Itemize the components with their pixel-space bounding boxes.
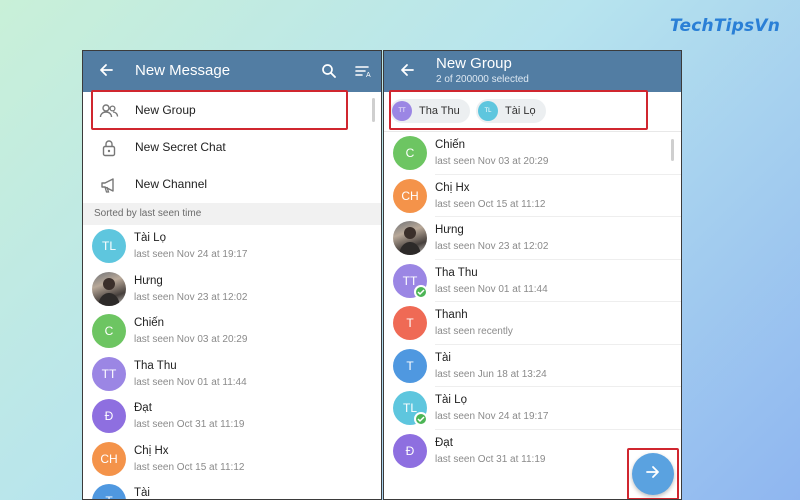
chip-label: Tài Lọ	[505, 105, 536, 117]
page-title: New Group	[436, 55, 512, 72]
avatar: T	[393, 306, 427, 340]
contact-name: Chị Hx	[435, 181, 470, 194]
contact-name: Tha Thu	[435, 266, 478, 279]
avatar: T	[393, 348, 427, 383]
contact-name: Đạt	[134, 402, 152, 414]
contact-name: Tài Lọ	[134, 232, 166, 244]
new-message-header: New Message A	[83, 51, 381, 92]
avatar	[393, 221, 427, 255]
chip-avatar: TL	[478, 101, 498, 121]
new-secret-chat-item[interactable]: New Secret Chat	[83, 129, 381, 166]
chip-avatar: TT	[392, 101, 412, 121]
search-icon[interactable]	[319, 61, 339, 81]
new-group-item[interactable]: New Group	[83, 92, 381, 129]
contact-name: Đạt	[435, 436, 453, 449]
selected-count: 2 of 200000 selected	[436, 74, 529, 85]
chip-label: Tha Thu	[419, 105, 460, 117]
avatar: TT	[92, 356, 126, 391]
new-group-header: New Group 2 of 200000 selected	[384, 51, 681, 92]
contact-name: Tài Lọ	[435, 394, 467, 406]
contact-name: Tài	[134, 487, 150, 499]
avatar: CH	[92, 441, 126, 476]
section-header: Sorted by last seen time	[83, 203, 381, 225]
megaphone-icon	[99, 175, 119, 195]
check-icon	[414, 412, 428, 426]
avatar: Đ	[92, 399, 126, 433]
contact-name: Tha Thu	[134, 359, 177, 372]
contact-row[interactable]: Hưng last seen Nov 23 at 12:02	[384, 217, 681, 260]
contact-name: Hưng	[134, 274, 163, 287]
avatar: TL	[92, 229, 126, 263]
selected-chips: TT Tha Thu TL Tài Lọ	[384, 92, 681, 132]
contact-name: Chị Hx	[134, 444, 169, 457]
contact-row[interactable]: CH Chị Hx last seen Oct 15 at 11:12	[384, 175, 681, 217]
contact-row[interactable]: C Chiến last seen Nov 03 at 20:29	[83, 310, 381, 353]
new-channel-item[interactable]: New Channel	[83, 166, 381, 203]
avatar: C	[92, 314, 126, 348]
scrollbar[interactable]	[671, 139, 674, 161]
contact-name: Chiến	[435, 139, 466, 151]
new-group-screen: New Group 2 of 200000 selected TT Tha Th…	[383, 50, 682, 500]
arrow-left-icon[interactable]	[95, 59, 117, 81]
menu-label: New Secret Chat	[135, 140, 226, 154]
contact-name: Thanh	[435, 309, 468, 321]
watermark: TechTipsVn	[669, 16, 780, 36]
contact-row[interactable]: Đ Đạt last seen Oct 31 at 11:19	[83, 395, 381, 438]
last-seen: last seen Nov 24 at 19:17	[435, 411, 549, 422]
contact-row[interactable]: C Chiến last seen Nov 03 at 20:29	[384, 132, 681, 175]
contact-row[interactable]: CH Chị Hx last seen Oct 15 at 11:12	[83, 438, 381, 481]
last-seen: last seen Oct 15 at 11:12	[134, 461, 245, 473]
contact-row[interactable]: T Tài	[83, 480, 381, 499]
last-seen: last seen Nov 23 at 12:02	[134, 291, 248, 303]
last-seen: last seen Oct 31 at 11:19	[435, 453, 546, 465]
last-seen: last seen Nov 23 at 12:02	[435, 241, 549, 252]
contact-row[interactable]: TT Tha Thu last seen Nov 01 at 11:44	[83, 353, 381, 396]
last-seen: last seen Nov 01 at 11:44	[435, 283, 548, 295]
last-seen: last seen Oct 15 at 11:12	[435, 198, 546, 210]
new-message-screen: New Message A New Group New Secret Chat …	[82, 50, 382, 500]
last-seen: last seen Nov 24 at 19:17	[134, 249, 248, 260]
avatar: C	[393, 136, 427, 170]
arrow-left-icon[interactable]	[396, 59, 418, 81]
avatar: CH	[393, 178, 427, 213]
last-seen: last seen Nov 03 at 20:29	[435, 156, 549, 167]
contact-name: Chiến	[134, 317, 165, 329]
menu-label: New Channel	[135, 177, 208, 191]
group-icon	[99, 101, 119, 121]
last-seen: last seen Jun 18 at 13:24	[435, 368, 547, 380]
check-icon	[414, 284, 428, 299]
avatar: T	[92, 484, 126, 499]
lock-icon	[99, 138, 119, 158]
last-seen: last seen recently	[435, 326, 513, 337]
arrow-right-icon	[645, 464, 661, 485]
scrollbar[interactable]	[372, 98, 375, 122]
contact-row[interactable]: Hưng last seen Nov 23 at 12:02	[83, 268, 381, 311]
menu-label: New Group	[135, 103, 196, 117]
last-seen: last seen Oct 31 at 11:19	[134, 419, 245, 430]
next-button[interactable]	[632, 453, 674, 495]
last-seen: last seen Nov 01 at 11:44	[134, 376, 247, 388]
contact-row[interactable]: T Tài last seen Jun 18 at 13:24	[384, 345, 681, 387]
svg-text:A: A	[366, 72, 371, 79]
contact-name: Tài	[435, 351, 451, 364]
last-seen: last seen Nov 03 at 20:29	[134, 334, 248, 345]
contact-row[interactable]: TL Tài Lọ last seen Nov 24 at 19:17	[384, 387, 681, 430]
contact-name: Hưng	[435, 224, 464, 236]
avatar	[92, 271, 126, 306]
contact-row[interactable]: T Thanh last seen recently	[384, 302, 681, 345]
selected-chip[interactable]: TL Tài Lọ	[476, 99, 546, 123]
contact-row[interactable]: TL Tài Lọ last seen Nov 24 at 19:17	[83, 225, 381, 268]
selected-chip[interactable]: TT Tha Thu	[390, 99, 470, 123]
avatar: Đ	[393, 433, 427, 468]
contact-row[interactable]: TT Tha Thu last seen Nov 01 at 11:44	[384, 260, 681, 302]
page-title: New Message	[135, 62, 231, 79]
sort-icon[interactable]: A	[354, 61, 374, 81]
